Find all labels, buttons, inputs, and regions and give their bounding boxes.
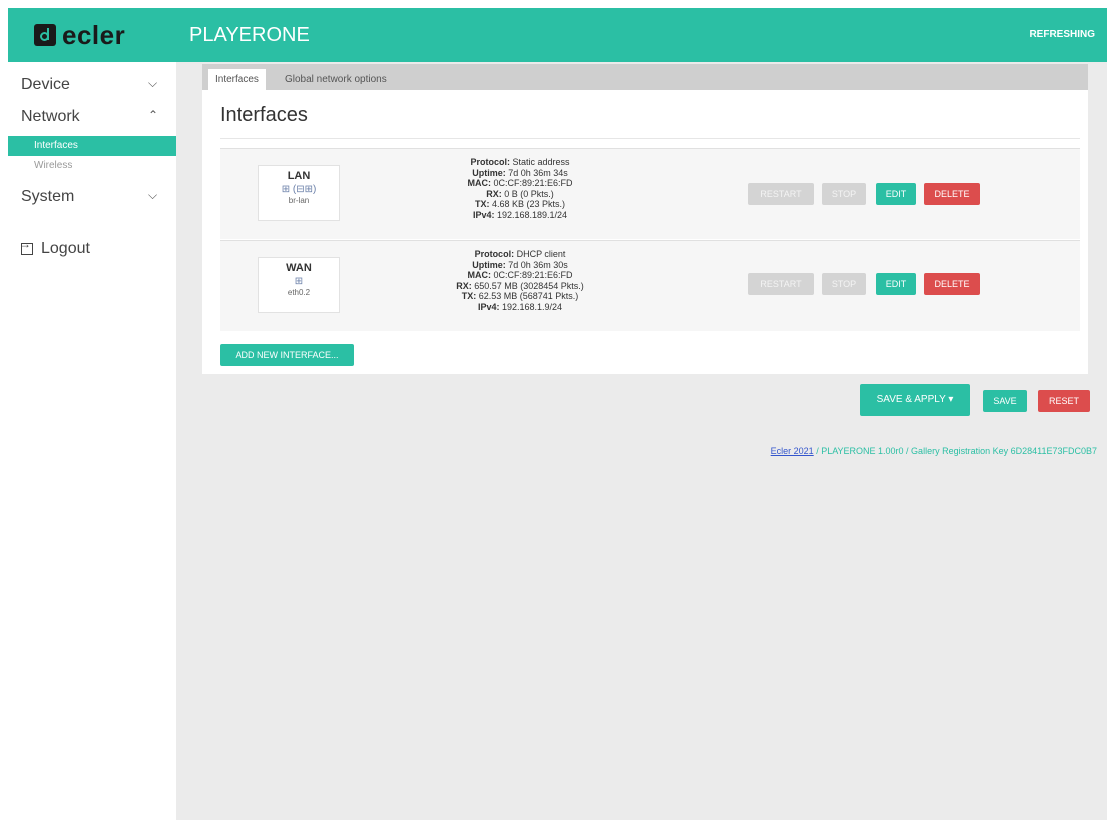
logout-icon [19, 237, 33, 255]
rx-value: 0 B (0 Pkts.) [504, 188, 554, 199]
logo-text: ecler [62, 20, 126, 50]
rx-label: RX: [486, 188, 502, 199]
reset-button[interactable]: RESET [1038, 390, 1090, 412]
logout-link[interactable]: Logout [19, 237, 90, 258]
tab-global-network-options[interactable]: Global network options [278, 69, 394, 90]
ipv4-value: 192.168.189.1/24 [496, 209, 568, 220]
app-title: PLAYERONE [189, 24, 310, 46]
tx-value: 62.53 MB (568741 Pkts.) [478, 291, 579, 301]
tx-label: TX: [474, 199, 490, 209]
stop-button[interactable]: STOP [822, 273, 866, 295]
protocol-label: Protocol: [474, 249, 515, 259]
interface-name: LAN [287, 170, 311, 182]
sidebar-item-wireless[interactable]: Wireless [8, 156, 176, 176]
save-and-apply-button[interactable]: SAVE & APPLY ▾ [860, 384, 970, 416]
footer-text: / PLAYERONE 1.00r0 / Gallery Registratio… [813, 446, 1097, 456]
protocol-value: DHCP client [516, 249, 566, 259]
ipv4-value: 192.168.1.9/24 [501, 301, 563, 312]
interface-device: eth0.2 [287, 288, 311, 297]
mac-label: MAC: [467, 270, 491, 280]
tx-label: TX: [461, 291, 477, 301]
delete-button[interactable]: DELETE [924, 183, 980, 205]
save-button[interactable]: SAVE [983, 390, 1027, 412]
tx-value: 4.68 KB (23 Pkts.) [491, 199, 566, 209]
sidebar-item-device[interactable]: Device ⌵ [8, 72, 176, 100]
sidebar-item-label: Interfaces [34, 140, 78, 151]
restart-button[interactable]: RESTART [748, 183, 814, 205]
rx-value: 650.57 MB (3028454 Pkts.) [474, 280, 584, 291]
uptime-value: 7d 0h 36m 34s [508, 167, 568, 178]
sidebar-item-label: Device [21, 76, 70, 93]
chevron-down-icon: ⌵ [148, 76, 158, 90]
ipv4-label: IPv4: [477, 301, 500, 312]
top-header: ecler PLAYERONE REFRESHING [8, 8, 1107, 62]
uptime-label: Uptime: [472, 259, 506, 270]
sidebar-item-system[interactable]: System ⌵ [8, 184, 176, 212]
divider [220, 138, 1080, 139]
page-title: Interfaces [220, 104, 308, 126]
interface-details: Protocol: DHCP client Uptime: 7d 0h 36m … [390, 249, 650, 312]
interface-name: WAN [286, 262, 312, 274]
mac-value: 0C:CF:89:21:E6:FD [493, 270, 573, 280]
edit-button[interactable]: EDIT [876, 183, 916, 205]
ecler-logo: ecler [34, 20, 126, 50]
delete-button[interactable]: DELETE [924, 273, 980, 295]
sidebar-item-label: Wireless [34, 160, 73, 171]
network-port-icon: ⊞ [294, 276, 304, 287]
interface-row-lan: LAN ⊞ (⊟⊞) br-lan Protocol: Static addre… [220, 148, 1080, 239]
sidebar-item-network[interactable]: Network ⌃ [8, 104, 176, 132]
protocol-value: Static address [512, 157, 570, 167]
protocol-label: Protocol: [470, 157, 510, 167]
interface-details: Protocol: Static address Uptime: 7d 0h 3… [390, 157, 650, 220]
sidebar-item-interfaces[interactable]: Interfaces [8, 136, 176, 156]
uptime-value: 7d 0h 36m 30s [508, 259, 568, 270]
chevron-up-icon: ⌃ [148, 108, 159, 122]
stop-button[interactable]: STOP [822, 183, 866, 205]
mac-label: MAC: [467, 178, 491, 188]
interface-badge: LAN ⊞ (⊟⊞) br-lan [258, 165, 340, 221]
sidebar-item-label: System [21, 188, 75, 205]
interface-badge: WAN ⊞ eth0.2 [258, 257, 340, 313]
refresh-status[interactable]: REFRESHING [1029, 29, 1095, 40]
tab-interfaces[interactable]: Interfaces [208, 69, 266, 90]
mac-value: 0C:CF:89:21:E6:FD [493, 178, 573, 188]
logout-label: Logout [41, 240, 90, 257]
footer: Ecler 2021 / PLAYERONE 1.00r0 / Gallery … [771, 446, 1097, 456]
tab-bar: Interfaces Global network options [202, 64, 1088, 90]
interface-device: br-lan [288, 196, 310, 205]
edit-button[interactable]: EDIT [876, 273, 916, 295]
main-panel: Interfaces Global network options Interf… [202, 64, 1088, 374]
chevron-down-icon: ⌵ [148, 188, 158, 202]
ipv4-label: IPv4: [472, 209, 495, 220]
app-window: ecler PLAYERONE REFRESHING Device ⌵ Netw… [8, 8, 1107, 820]
add-new-interface-button[interactable]: ADD NEW INTERFACE... [220, 344, 354, 366]
ecler-link[interactable]: Ecler 2021 [771, 446, 814, 456]
rx-label: RX: [456, 280, 472, 291]
network-port-icon: ⊞ (⊟⊞) [281, 184, 317, 195]
uptime-label: Uptime: [472, 167, 506, 178]
interface-row-wan: WAN ⊞ eth0.2 Protocol: DHCP client Uptim… [220, 240, 1080, 331]
ecler-logo-icon [34, 24, 56, 46]
sidebar: Device ⌵ Network ⌃ Interfaces Wireless S… [8, 62, 176, 820]
restart-button[interactable]: RESTART [748, 273, 814, 295]
sidebar-item-label: Network [21, 108, 80, 125]
